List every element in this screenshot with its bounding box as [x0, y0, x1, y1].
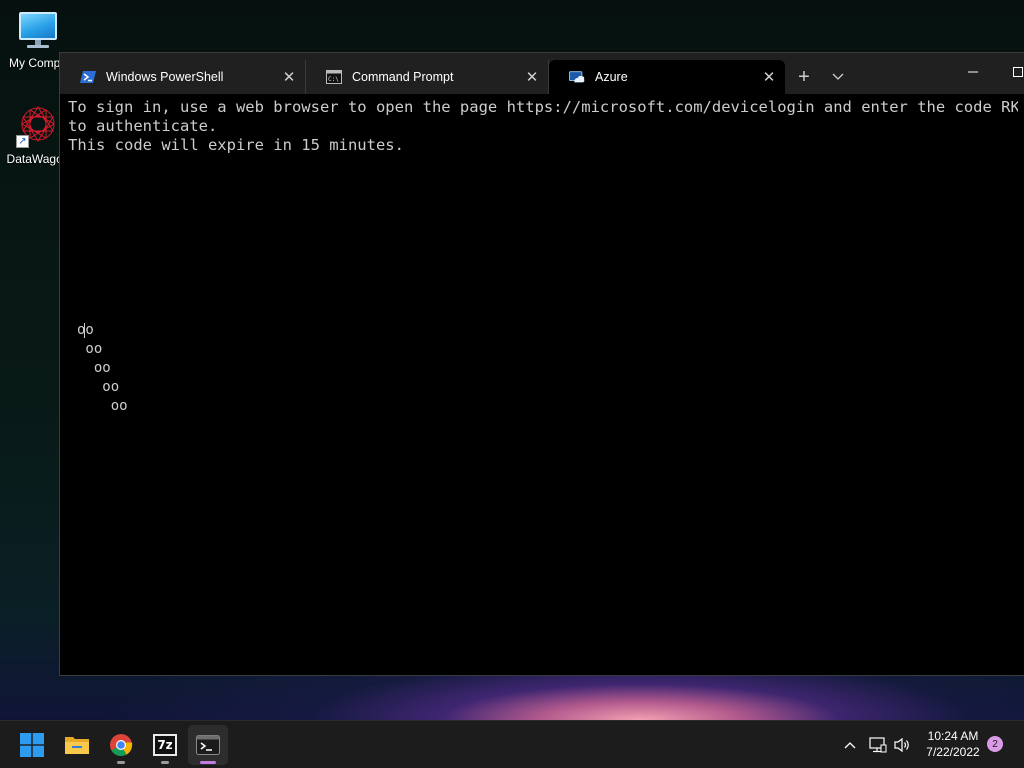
- tab-label: Azure: [595, 70, 628, 84]
- new-tab-button[interactable]: +: [791, 64, 817, 90]
- taskbar-chrome[interactable]: [101, 725, 141, 765]
- chevron-down-icon: [832, 73, 844, 80]
- tab-azure[interactable]: Azure ✕: [549, 60, 785, 94]
- powershell-icon: [80, 69, 96, 85]
- close-tab-icon[interactable]: ✕: [277, 65, 301, 89]
- taskbar-7zip[interactable]: 7z: [145, 725, 185, 765]
- active-indicator: [200, 761, 216, 764]
- terminal-output[interactable]: To sign in, use a web browser to open th…: [68, 98, 1018, 668]
- running-indicator: [161, 761, 169, 764]
- running-indicator: [117, 761, 125, 764]
- maximize-icon: [1013, 67, 1023, 77]
- terminal-icon: [196, 735, 220, 755]
- title-bar[interactable]: Windows PowerShell ✕ C:\ Command Prompt …: [60, 53, 1024, 94]
- taskbar: 7z 10:24 AM 7/22/2022: [0, 720, 1024, 768]
- folder-icon: [65, 737, 89, 754]
- network-icon: [869, 737, 887, 753]
- chrome-icon: [110, 734, 133, 756]
- output-line: To sign in, use a web browser to open th…: [68, 98, 1018, 116]
- chevron-up-icon: [844, 742, 856, 749]
- taskbar-file-explorer[interactable]: [57, 725, 97, 765]
- tab-label: Command Prompt: [352, 70, 454, 84]
- output-line: This code will expire in 15 minutes.: [68, 136, 404, 154]
- tab-dropdown-button[interactable]: [825, 64, 851, 90]
- svg-text:C:\: C:\: [328, 76, 339, 83]
- 7zip-icon: 7z: [153, 734, 177, 756]
- spinner-row: oo: [77, 341, 103, 357]
- taskbar-windows-terminal[interactable]: [188, 725, 228, 765]
- terminal-window: Windows PowerShell ✕ C:\ Command Prompt …: [59, 52, 1024, 676]
- spinner-row: oo: [77, 379, 120, 395]
- notification-badge[interactable]: 2: [987, 736, 1003, 752]
- output-line: to authenticate.: [68, 117, 218, 135]
- windows-start-icon: [20, 733, 44, 757]
- text-cursor: [84, 323, 85, 338]
- command-prompt-icon: C:\: [326, 69, 342, 85]
- clock[interactable]: 10:24 AM 7/22/2022: [916, 728, 990, 760]
- shortcut-arrow-icon: ↗: [16, 135, 29, 148]
- datawagon-icon: ↗: [16, 104, 60, 148]
- monitor-icon: [16, 8, 60, 52]
- clock-date: 7/22/2022: [926, 745, 980, 759]
- close-tab-icon[interactable]: ✕: [520, 65, 544, 89]
- tab-label: Windows PowerShell: [106, 70, 224, 84]
- clock-time: 10:24 AM: [927, 729, 979, 743]
- tab-command-prompt[interactable]: C:\ Command Prompt ✕: [306, 60, 549, 94]
- spinner-row: oo: [77, 360, 111, 376]
- minimize-button[interactable]: [950, 53, 996, 91]
- minimize-icon: [968, 71, 978, 73]
- spinner-row: oo: [77, 398, 128, 414]
- close-tab-icon[interactable]: ✕: [757, 65, 781, 89]
- volume-icon: [894, 737, 909, 753]
- tab-windows-powershell[interactable]: Windows PowerShell ✕: [60, 60, 306, 94]
- volume-button[interactable]: [891, 733, 915, 757]
- maximize-button[interactable]: [996, 53, 1024, 91]
- show-hidden-icons-button[interactable]: [838, 733, 862, 757]
- network-status-button[interactable]: [866, 733, 890, 757]
- azure-cloud-shell-icon: [569, 69, 585, 85]
- start-button[interactable]: [12, 725, 52, 765]
